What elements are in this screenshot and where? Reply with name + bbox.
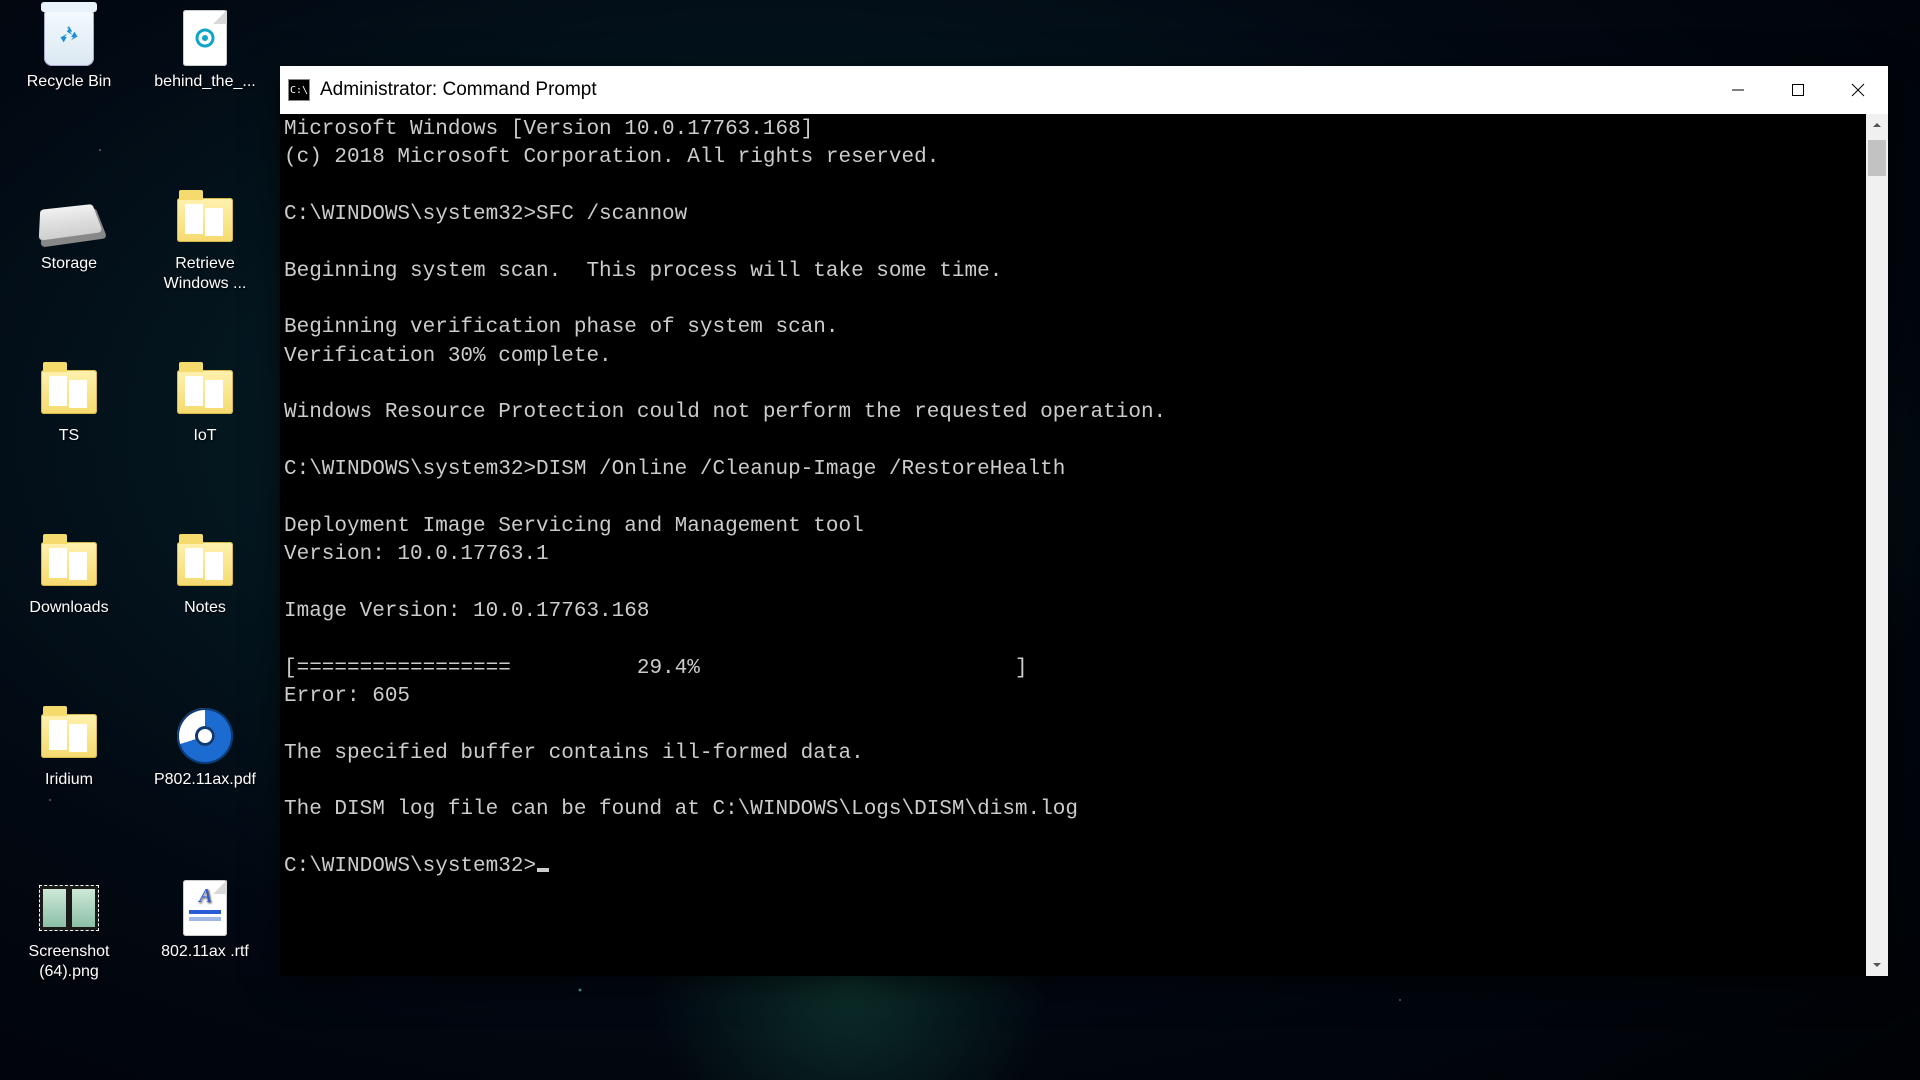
window-title: Administrator: Command Prompt: [320, 79, 597, 101]
titlebar[interactable]: C:\ Administrator: Command Prompt: [280, 66, 1888, 114]
desktop-icon-retrieve-windows[interactable]: Retrieve Windows ...: [150, 190, 260, 294]
desktop-icon-label: Recycle Bin: [27, 72, 111, 92]
desktop-icon-label: Screenshot (64).png: [14, 942, 124, 982]
maximize-icon: [1791, 83, 1805, 97]
desktop-icon-label: Downloads: [29, 598, 108, 618]
desktop-icon-label: Storage: [41, 254, 97, 274]
drive-icon: [39, 190, 99, 250]
minimize-icon: [1731, 83, 1745, 97]
maximize-button[interactable]: [1768, 66, 1828, 114]
desktop-icon-label: Notes: [184, 598, 226, 618]
desktop-icon-label: TS: [59, 426, 79, 446]
scrollbar-track[interactable]: [1866, 136, 1888, 954]
desktop-icon-p802-pdf[interactable]: P802.11ax.pdf: [150, 706, 260, 790]
folder-icon: [39, 534, 99, 594]
desktop-icon-behind-the[interactable]: behind_the_...: [150, 8, 260, 92]
desktop-icon-label: P802.11ax.pdf: [154, 770, 256, 790]
chevron-up-icon: [1872, 120, 1882, 130]
document-icon: [175, 8, 235, 68]
vertical-scrollbar[interactable]: [1866, 114, 1888, 976]
cursor-icon: [537, 868, 549, 872]
folder-icon: [39, 362, 99, 422]
desktop-icon-downloads[interactable]: Downloads: [14, 534, 124, 618]
window-controls: [1708, 66, 1888, 114]
desktop-icon-storage[interactable]: Storage: [14, 190, 124, 274]
desktop-icon-iot[interactable]: IoT: [150, 362, 260, 446]
folder-icon: [175, 190, 235, 250]
desktop-icon-label: 802.11ax .rtf: [161, 942, 249, 962]
desktop-icon-label: behind_the_...: [154, 72, 255, 92]
desktop-icon-label: Retrieve Windows ...: [150, 254, 260, 294]
rtf-file-icon: A: [175, 878, 235, 938]
desktop-icon-802-rtf[interactable]: A 802.11ax .rtf: [150, 878, 260, 962]
command-prompt-window: C:\ Administrator: Command Prompt Micros…: [280, 66, 1888, 976]
desktop-icon-notes[interactable]: Notes: [150, 534, 260, 618]
desktop-icon-label: IoT: [193, 426, 216, 446]
chevron-down-icon: [1872, 960, 1882, 970]
close-icon: [1851, 83, 1865, 97]
command-prompt-icon: C:\: [288, 79, 310, 101]
recycle-bin-icon: [39, 8, 99, 68]
pdf-icon: [175, 706, 235, 766]
desktop-icon-iridium[interactable]: Iridium: [14, 706, 124, 790]
scrollbar-thumb[interactable]: [1868, 140, 1886, 176]
folder-icon: [39, 706, 99, 766]
close-button[interactable]: [1828, 66, 1888, 114]
desktop-icon-screenshot[interactable]: Screenshot (64).png: [14, 878, 124, 982]
folder-icon: [175, 534, 235, 594]
minimize-button[interactable]: [1708, 66, 1768, 114]
image-file-icon: [39, 878, 99, 938]
desktop-icon-label: Iridium: [45, 770, 93, 790]
desktop-icon-ts[interactable]: TS: [14, 362, 124, 446]
scroll-down-button[interactable]: [1866, 954, 1888, 976]
terminal-output[interactable]: Microsoft Windows [Version 10.0.17763.16…: [280, 114, 1866, 976]
folder-icon: [175, 362, 235, 422]
desktop-icon-recycle-bin[interactable]: Recycle Bin: [14, 8, 124, 92]
scroll-up-button[interactable]: [1866, 114, 1888, 136]
